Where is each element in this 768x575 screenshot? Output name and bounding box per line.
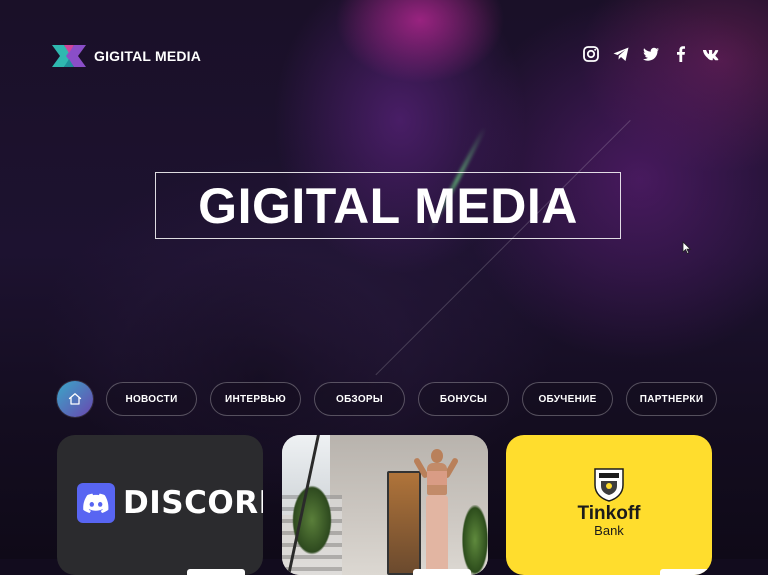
nav-partners[interactable]: ПАРТНЕРКИ xyxy=(626,382,717,416)
card-badge xyxy=(187,569,245,575)
nav-news[interactable]: НОВОСТИ xyxy=(106,382,197,416)
nav-interview[interactable]: ИНТЕРВЬЮ xyxy=(210,382,301,416)
fitness-photo-image xyxy=(282,435,488,575)
card-badge xyxy=(660,569,712,575)
nav-reviews[interactable]: ОБЗОРЫ xyxy=(314,382,405,416)
background-line xyxy=(375,120,631,376)
logo-mark-icon xyxy=(52,45,86,67)
discord-wordmark: DISCORD xyxy=(123,485,263,521)
home-icon xyxy=(68,393,82,405)
discord-icon xyxy=(77,483,115,523)
facebook-icon[interactable] xyxy=(672,45,690,63)
home-button[interactable] xyxy=(57,381,93,417)
logo-text: GIGITAL MEDIA xyxy=(94,48,202,64)
social-links xyxy=(582,45,720,63)
discord-logo: DISCORD xyxy=(77,483,263,523)
instagram-icon[interactable] xyxy=(582,45,600,63)
mouse-cursor-icon xyxy=(682,241,692,255)
tinkoff-wordmark: Tinkoff xyxy=(577,503,641,524)
tinkoff-subtitle: Bank xyxy=(594,522,624,538)
category-nav: НОВОСТИ ИНТЕРВЬЮ ОБЗОРЫ БОНУСЫ ОБУЧЕНИЕ … xyxy=(57,381,717,417)
card-discord[interactable]: DISCORD xyxy=(57,435,263,575)
nav-bonuses[interactable]: БОНУСЫ xyxy=(418,382,509,416)
vk-icon[interactable] xyxy=(702,45,720,63)
site-logo[interactable]: GIGITAL MEDIA xyxy=(50,42,201,70)
hero-title: GIGITAL MEDIA xyxy=(198,177,578,234)
card-badge xyxy=(413,569,471,575)
hero-title-frame: GIGITAL MEDIA xyxy=(155,172,621,239)
telegram-icon[interactable] xyxy=(612,45,630,63)
card-fitness-photo[interactable] xyxy=(282,435,488,575)
twitter-icon[interactable] xyxy=(642,45,660,63)
card-tinkoff[interactable]: Tinkoff Bank xyxy=(506,435,712,575)
tinkoff-shield-icon xyxy=(594,468,624,502)
tinkoff-logo: Tinkoff Bank xyxy=(506,467,712,537)
nav-education[interactable]: ОБУЧЕНИЕ xyxy=(522,382,613,416)
